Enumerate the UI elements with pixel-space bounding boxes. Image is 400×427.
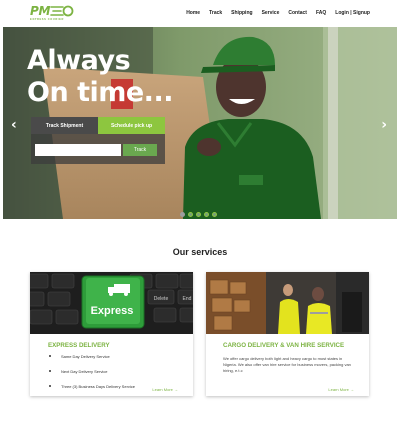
carousel-dot[interactable] <box>196 212 201 217</box>
hero-headline: Always On time... <box>27 45 173 109</box>
carousel-dot[interactable] <box>204 212 209 217</box>
shipment-tabs: Track Shipment Schedule pick up <box>31 117 165 134</box>
logo-text: PM <box>30 4 51 18</box>
nav-service[interactable]: Service <box>262 10 280 16</box>
cargo-description: We offer cargo delivery both light and h… <box>223 356 351 373</box>
card-title: EXPRESS DELIVERY <box>48 342 110 349</box>
carousel-dot[interactable] <box>188 212 193 217</box>
logo-tagline: EXPRESS COURIER <box>30 18 64 21</box>
logo-mark-icon <box>50 5 74 17</box>
main-nav: Home Track Shipping Service Contact FAQ … <box>186 10 370 16</box>
headline-line-1: Always <box>27 45 131 76</box>
carousel-dots <box>180 212 217 217</box>
services-heading: Our services <box>172 247 228 257</box>
nav-login-signup[interactable]: Login | Signup <box>335 10 370 16</box>
svg-text:Delete: Delete <box>154 296 169 302</box>
learn-more-link[interactable]: Learn More → <box>152 387 178 392</box>
nav-shipping[interactable]: Shipping <box>231 10 252 16</box>
carousel-dot[interactable] <box>212 212 217 217</box>
cargo-warehouse-image <box>206 272 369 334</box>
hero-carousel: Always On time... Track Shipment Schedul… <box>3 27 397 219</box>
site-header: PM EXPRESS COURIER Home Track Shipping S… <box>0 0 400 27</box>
list-item: Next Day Delivery Service <box>48 369 135 374</box>
carousel-prev-arrow[interactable]: ‹ <box>11 117 17 133</box>
learn-more-link[interactable]: Learn More → <box>328 387 354 392</box>
tab-track-shipment[interactable]: Track Shipment <box>31 117 98 134</box>
tab-schedule-pickup[interactable]: Schedule pick up <box>98 117 165 134</box>
logo[interactable]: PM EXPRESS COURIER <box>30 4 80 24</box>
express-key-label: Express <box>91 305 134 317</box>
nav-track[interactable]: Track <box>209 10 222 16</box>
carousel-next-arrow[interactable]: › <box>381 117 387 133</box>
nav-contact[interactable]: Contact <box>288 10 307 16</box>
nav-faq[interactable]: FAQ <box>316 10 326 16</box>
tracking-number-input[interactable] <box>35 144 121 156</box>
list-item: Three (3) Business Days Delivery Service <box>48 384 135 389</box>
carousel-dot[interactable] <box>180 212 185 217</box>
card-title: CARGO DELIVERY & VAN HIRE SERVICE <box>223 342 345 349</box>
express-service-list: Same Day Delivery Service Next Day Deliv… <box>48 354 135 399</box>
service-card-express: Express Delete End EXPRESS DELIVERY Same… <box>30 272 193 396</box>
express-keyboard-image: Express Delete End <box>30 272 193 334</box>
track-panel: Track <box>31 134 165 164</box>
track-button[interactable]: Track <box>123 144 157 156</box>
svg-text:End: End <box>183 296 192 302</box>
nav-home[interactable]: Home <box>186 10 200 16</box>
headline-line-2: On time... <box>27 77 173 108</box>
list-item: Same Day Delivery Service <box>48 354 135 359</box>
service-card-cargo: CARGO DELIVERY & VAN HIRE SERVICE We off… <box>206 272 369 396</box>
